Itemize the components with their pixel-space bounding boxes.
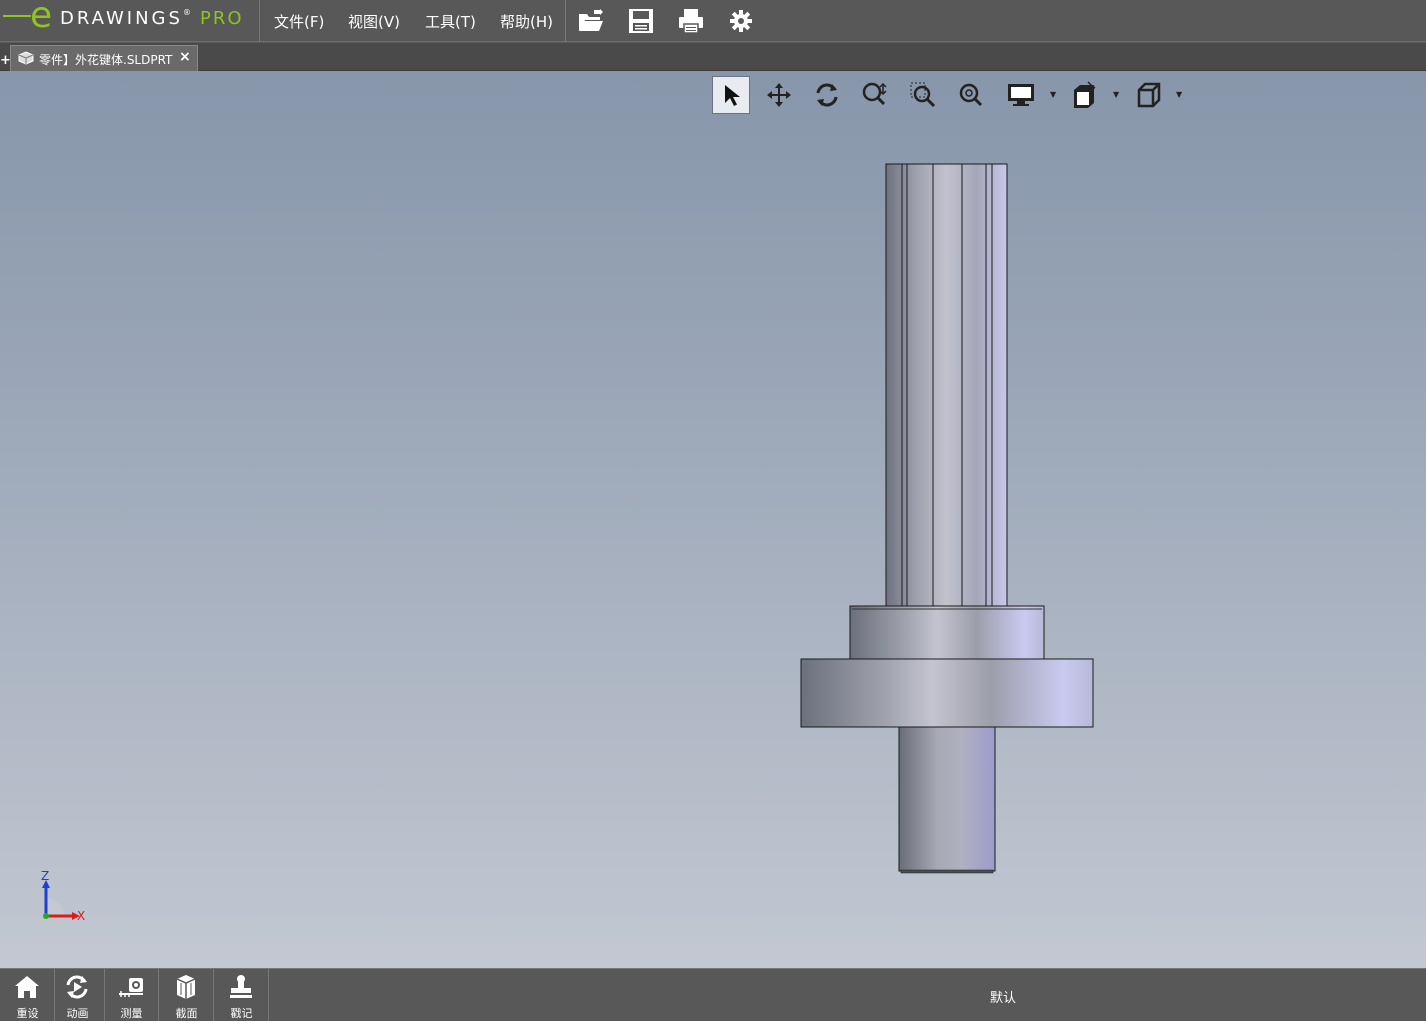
open-icon[interactable] [576, 6, 606, 36]
animate-label: 动画 [66, 1007, 89, 1020]
document-tab-strip: + 零件】外花键体.SLDPRT × [0, 43, 1426, 71]
upper-collar [849, 605, 1045, 660]
section-icon [171, 973, 201, 1001]
menu-tools[interactable]: 工具(T) [425, 11, 476, 32]
flange [800, 658, 1094, 728]
display-style-dropdown-icon[interactable]: ▼ [1050, 90, 1056, 99]
triad-x-label: X [77, 909, 85, 923]
stamp-button[interactable]: 戳记 [214, 969, 269, 1021]
settings-icon[interactable] [726, 6, 756, 36]
bottom-toolbar: 重设 动画 测量 截面 戳记 默认 [0, 968, 1426, 1021]
measure-label: 测量 [120, 1007, 143, 1020]
stamp-icon [226, 973, 256, 1001]
animate-button[interactable]: 动画 [50, 969, 105, 1021]
reset-button[interactable]: 重设 [0, 969, 55, 1021]
spline-shaft [885, 163, 1008, 607]
logo-arrow-line [3, 15, 31, 17]
save-icon[interactable] [626, 6, 656, 36]
title-bar: e DRAWINGS® PRO 文件(F) 视图(V) 工具(T) 帮助(H) [0, 0, 1426, 42]
part-file-icon [17, 50, 35, 70]
coordinate-triad: Z X [41, 869, 85, 923]
zoom-to-area-icon[interactable] [904, 76, 942, 114]
document-tab-label: 零件】外花键体.SLDPRT [39, 53, 173, 67]
display-style-icon[interactable] [1002, 76, 1040, 114]
measure-button[interactable]: 测量 [104, 969, 159, 1021]
lower-shaft [898, 726, 996, 874]
configuration-label: 默认 [990, 991, 1017, 1006]
animate-icon [62, 973, 92, 1001]
stamp-label: 戳记 [230, 1007, 253, 1020]
menu-file[interactable]: 文件(F) [274, 11, 324, 32]
view-settings-icon[interactable] [1066, 76, 1104, 114]
document-tab[interactable]: 零件】外花键体.SLDPRT × [10, 45, 198, 71]
pan-icon[interactable] [760, 76, 798, 114]
part-model [800, 163, 1094, 874]
edrawings-logo: e DRAWINGS® PRO [0, 0, 260, 42]
select-icon[interactable] [712, 76, 750, 114]
zoom-to-fit-icon[interactable] [856, 76, 894, 114]
menu-view[interactable]: 视图(V) [348, 11, 400, 32]
view-orientation-dropdown-icon[interactable]: ▼ [1176, 90, 1182, 99]
measure-icon [116, 973, 146, 1001]
rotate-icon[interactable] [808, 76, 846, 114]
view-settings-dropdown-icon[interactable]: ▼ [1113, 90, 1119, 99]
logo-e: e [30, 0, 53, 36]
graphics-viewport[interactable]: ▼ ▼ ▼ Z X [0, 71, 1426, 968]
logo-wordmark: DRAWINGS® [60, 8, 191, 29]
reset-label: 重设 [16, 1007, 39, 1020]
section-label: 截面 [175, 1007, 198, 1020]
menu-separator [565, 0, 566, 42]
close-tab-button[interactable]: × [179, 49, 191, 65]
home-icon [12, 973, 42, 1001]
menu-help[interactable]: 帮助(H) [500, 11, 553, 32]
triad-z-label: Z [41, 869, 49, 883]
print-icon[interactable] [676, 6, 706, 36]
section-button[interactable]: 截面 [159, 969, 214, 1021]
logo-pro: PRO [200, 8, 244, 29]
view-orientation-icon[interactable] [1130, 76, 1168, 114]
zoom-icon[interactable] [952, 76, 990, 114]
